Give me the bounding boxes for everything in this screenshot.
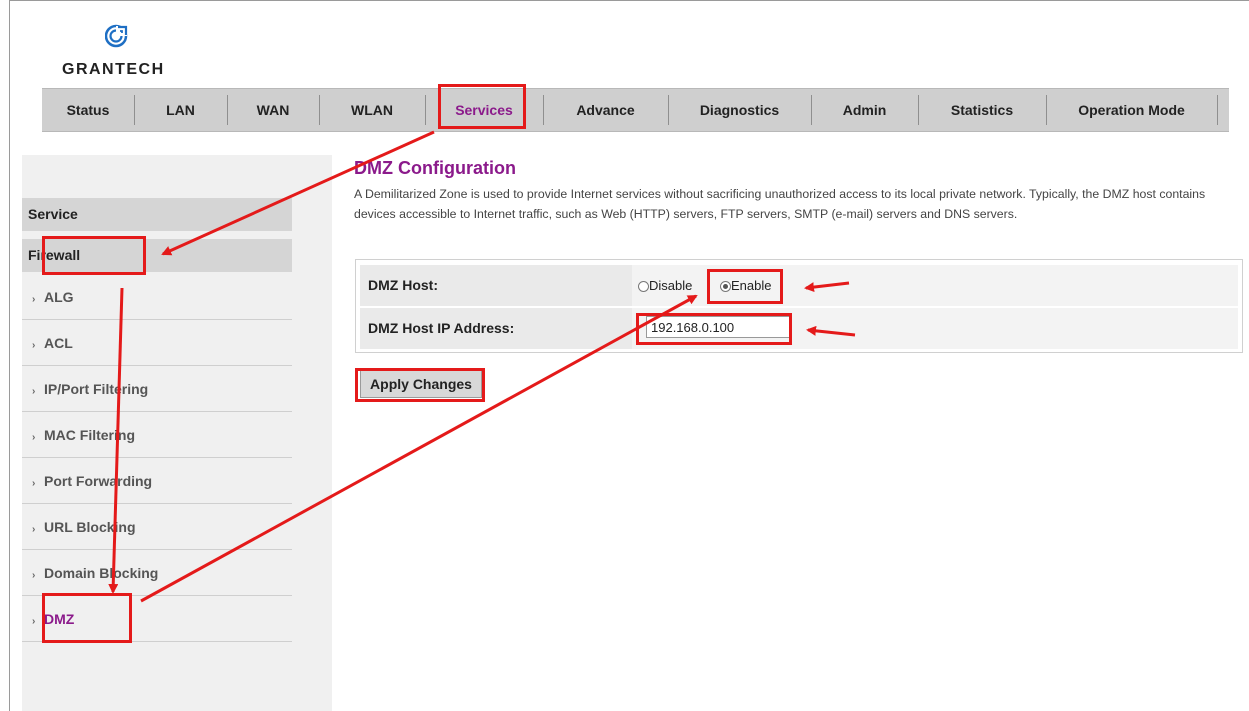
dmz-enable-label: Enable [731,278,772,293]
sidebar-item-label: MAC Filtering [44,427,135,443]
dmz-host-value-cell: Disable Enable [632,265,1238,306]
dmz-ip-row: DMZ Host IP Address: [360,308,1238,349]
sidebar-item-acl[interactable]: › ACL [22,320,292,366]
nav-admin[interactable]: Admin [811,89,918,131]
bullet-icon: › [32,616,36,627]
dmz-host-row: DMZ Host: Disable Enable [360,265,1238,306]
sidebar-item-dmz[interactable]: › DMZ [22,596,292,642]
nav-operation-mode[interactable]: Operation Mode [1046,89,1217,131]
nav-diagnostics[interactable]: Diagnostics [668,89,811,131]
sidebar-item-url-blocking[interactable]: › URL Blocking [22,504,292,550]
sidebar-item-label: Port Forwarding [44,473,153,489]
sidebar-item-domain-blocking[interactable]: › Domain Blocking [22,550,292,596]
dmz-host-ip-input[interactable] [646,316,792,338]
bullet-icon: › [32,432,36,443]
grantech-logo-icon [105,24,128,48]
dmz-ip-value-cell [632,308,1238,349]
sidebar-item-label: IP/Port Filtering [44,381,149,397]
page-description: A Demilitarized Zone is used to provide … [354,187,1206,221]
sidebar-service-header[interactable]: Service [22,198,292,231]
dmz-disable-label: Disable [649,278,693,293]
nav-separator [1217,95,1218,125]
sidebar-firewall-header[interactable]: Firewall [22,239,292,272]
dmz-host-label: DMZ Host: [368,277,438,293]
sidebar-item-label: URL Blocking [44,519,136,535]
top-nav: Status LAN WAN WLAN Services Advance Dia… [42,88,1229,132]
sidebar-item-label: DMZ [44,611,75,627]
apply-changes-button[interactable]: Apply Changes [360,370,482,398]
bullet-icon: › [32,294,36,305]
nav-advance[interactable]: Advance [543,89,668,131]
nav-services[interactable]: Services [425,89,543,131]
frame-top-border [9,0,1249,1]
frame-left-border [9,0,10,711]
sidebar-item-label: Domain Blocking [44,565,159,581]
dmz-enable-option[interactable]: Enable [720,265,771,306]
page-title: DMZ Configuration [354,158,516,178]
brand-name: GRANTECH [62,61,165,78]
bullet-icon: › [32,386,36,397]
bullet-icon: › [32,524,36,535]
dmz-disable-radio[interactable] [638,281,649,293]
sidebar-item-alg[interactable]: › ALG [22,274,292,320]
sidebar-item-label: ACL [44,335,73,351]
sidebar-item-label: ALG [44,289,74,305]
bullet-icon: › [32,570,36,581]
bullet-icon: › [32,478,36,489]
nav-status[interactable]: Status [42,89,134,131]
dmz-enable-radio[interactable] [720,281,731,293]
bullet-icon: › [32,340,36,351]
nav-wlan[interactable]: WLAN [319,89,425,131]
nav-statistics[interactable]: Statistics [918,89,1046,131]
dmz-ip-label: DMZ Host IP Address: [368,320,515,336]
nav-wan[interactable]: WAN [227,89,319,131]
sidebar-item-ip-port-filtering[interactable]: › IP/Port Filtering [22,366,292,412]
sidebar-item-port-forwarding[interactable]: › Port Forwarding [22,458,292,504]
nav-lan[interactable]: LAN [134,89,227,131]
dmz-disable-option[interactable]: Disable [638,265,692,306]
grantech-logo: GRANTECH [62,24,163,80]
dmz-config-table: DMZ Host: Disable Enable DMZ Host IP Add… [355,259,1243,353]
sidebar-item-mac-filtering[interactable]: › MAC Filtering [22,412,292,458]
